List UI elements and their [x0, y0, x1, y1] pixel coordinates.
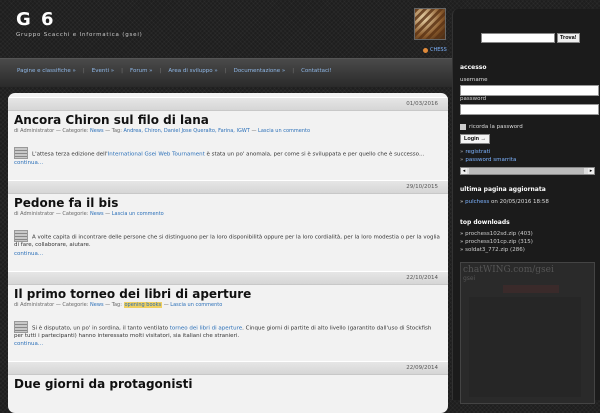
nav-item-sviluppo[interactable]: Area di sviluppo » [168, 68, 217, 74]
password-input[interactable] [460, 104, 599, 115]
chess-link-label: CHESS [430, 47, 447, 53]
lost-password-link[interactable]: » password smarrita [460, 157, 516, 163]
continue-link[interactable]: continua... [14, 341, 448, 347]
post-title[interactable]: Pedone fa il bis [14, 196, 448, 210]
document-icon [14, 147, 28, 159]
chat-channel: gsei [463, 275, 476, 282]
post-date: 22/09/2014 [8, 361, 448, 375]
nav-item-forum[interactable]: Forum » [130, 68, 153, 74]
post-excerpt: A volte capita di incontrare delle perso… [14, 230, 442, 250]
access-title: accesso [460, 64, 487, 71]
post-date: 22/10/2014 [8, 270, 448, 285]
horizontal-scrollbar[interactable]: ◂ ▸ [460, 167, 595, 175]
nav-item-contattaci[interactable]: Contattaci! [301, 68, 332, 74]
post: 29/10/2015 Pedone fa il bis di Administr… [8, 180, 448, 257]
remember-checkbox[interactable] [460, 124, 466, 130]
post-date: 01/03/2016 [8, 97, 448, 111]
main-content: 01/03/2016 Ancora Chiron sul filo di lan… [8, 93, 448, 413]
post-excerpt: Si è disputato, un po' in sordina, il ta… [14, 320, 442, 341]
download-item[interactable]: » prochess102sd.zip (403) [460, 231, 533, 237]
nav-item-documentazione[interactable]: Documentazione » [234, 68, 286, 74]
chess-icon [423, 47, 428, 53]
username-input[interactable] [460, 85, 599, 96]
comment-link[interactable]: Lascia un commento [112, 211, 164, 217]
nav-separator: | [292, 68, 295, 74]
download-item[interactable]: » prochess101cp.zip (315) [460, 239, 533, 245]
nav-separator: | [159, 68, 162, 74]
scroll-right-icon[interactable]: ▸ [588, 168, 594, 174]
register-link[interactable]: » registrati [460, 149, 490, 155]
chat-logo: chatWING.com/gsei [463, 265, 554, 275]
post-meta: di Administrator — Categorie: News — Tag… [14, 301, 223, 308]
body-link[interactable]: torneo dei libri di aperture [170, 325, 242, 331]
username-label: username [460, 77, 488, 83]
category-link[interactable]: News [90, 128, 104, 134]
nav-separator: | [121, 68, 123, 74]
body-link[interactable]: International Gsei Web Tournament [108, 152, 205, 158]
post-title[interactable]: Il primo torneo dei libri di aperture [14, 287, 448, 301]
search-input[interactable] [481, 33, 555, 43]
site-title[interactable]: G 6 [16, 9, 56, 30]
chess-board-thumbnail[interactable] [414, 8, 446, 40]
site-description: Gruppo Scacchi e Informatica (gsei) [16, 32, 143, 38]
tags-link[interactable]: Andrea, Chiron, Daniel Jose Queralto, Fa… [124, 128, 250, 134]
nav-separator: | [224, 68, 227, 74]
remember-label: ricorda la password [469, 124, 523, 130]
category-link[interactable]: News [90, 211, 104, 217]
search-button[interactable]: Trova! [557, 33, 580, 43]
post-meta: di Administrator — Categorie: News — Tag… [14, 128, 311, 134]
last-update-title: ultima pagina aggiornata [460, 186, 546, 193]
remember-checkbox-row[interactable]: ricorda la password [460, 124, 523, 130]
post: 01/03/2016 Ancora Chiron sul filo di lan… [8, 97, 448, 166]
last-update-entry: » pulchess on 20/05/2016 18:58 [460, 199, 549, 205]
nav-item-eventi[interactable]: Eventi » [92, 68, 114, 74]
last-update-link[interactable]: pulchess [465, 199, 489, 205]
downloads-title: top downloads [460, 219, 510, 226]
chat-header-bar [503, 285, 559, 293]
document-icon [14, 230, 28, 242]
login-button[interactable]: Login → [460, 134, 490, 144]
password-label: password [460, 96, 487, 102]
scroll-thumb[interactable] [469, 168, 584, 174]
post-title[interactable]: Ancora Chiron sul filo di lana [14, 113, 448, 127]
post-excerpt: L'attesa terza edizione dell'Internation… [14, 147, 442, 159]
chat-widget[interactable]: chatWING.com/gsei gsei [460, 262, 595, 404]
tags-link[interactable]: opening books [123, 301, 163, 308]
site-header: G 6 Gruppo Scacchi e Informatica (gsei) … [0, 0, 455, 56]
post: 22/09/2014 Due giorni da protagonisti [8, 361, 448, 391]
nav-separator: | [82, 68, 85, 74]
document-icon [14, 320, 28, 333]
scroll-left-icon[interactable]: ◂ [461, 168, 467, 174]
sidebar: Trova! accesso username password ricorda… [452, 9, 600, 404]
download-item[interactable]: » soldat3_772.zip (286) [460, 247, 525, 253]
main-navigation: Pagine e classifiche » | Eventi » | Forum … [0, 58, 452, 87]
post: 22/10/2014 Il primo torneo dei libri di … [8, 270, 448, 347]
category-link[interactable]: News [90, 302, 104, 308]
post-title[interactable]: Due giorni da protagonisti [14, 377, 448, 391]
search-form: Trova! [481, 33, 580, 43]
comment-link[interactable]: Lascia un commento [258, 128, 310, 134]
nav-item-pagine[interactable]: Pagine e classifiche » [17, 68, 76, 74]
post-date: 29/10/2015 [8, 180, 448, 194]
chess-link[interactable]: CHESS [423, 47, 447, 53]
comment-link[interactable]: Lascia un commento [170, 302, 222, 308]
post-meta: di Administrator — Categorie: News — Las… [14, 211, 164, 217]
continue-link[interactable]: continua... [14, 160, 448, 166]
continue-link[interactable]: continua... [14, 251, 448, 257]
nav-list: Pagine e classifiche » | Eventi » | Forum … [17, 68, 332, 74]
chat-message-area[interactable] [469, 297, 581, 397]
